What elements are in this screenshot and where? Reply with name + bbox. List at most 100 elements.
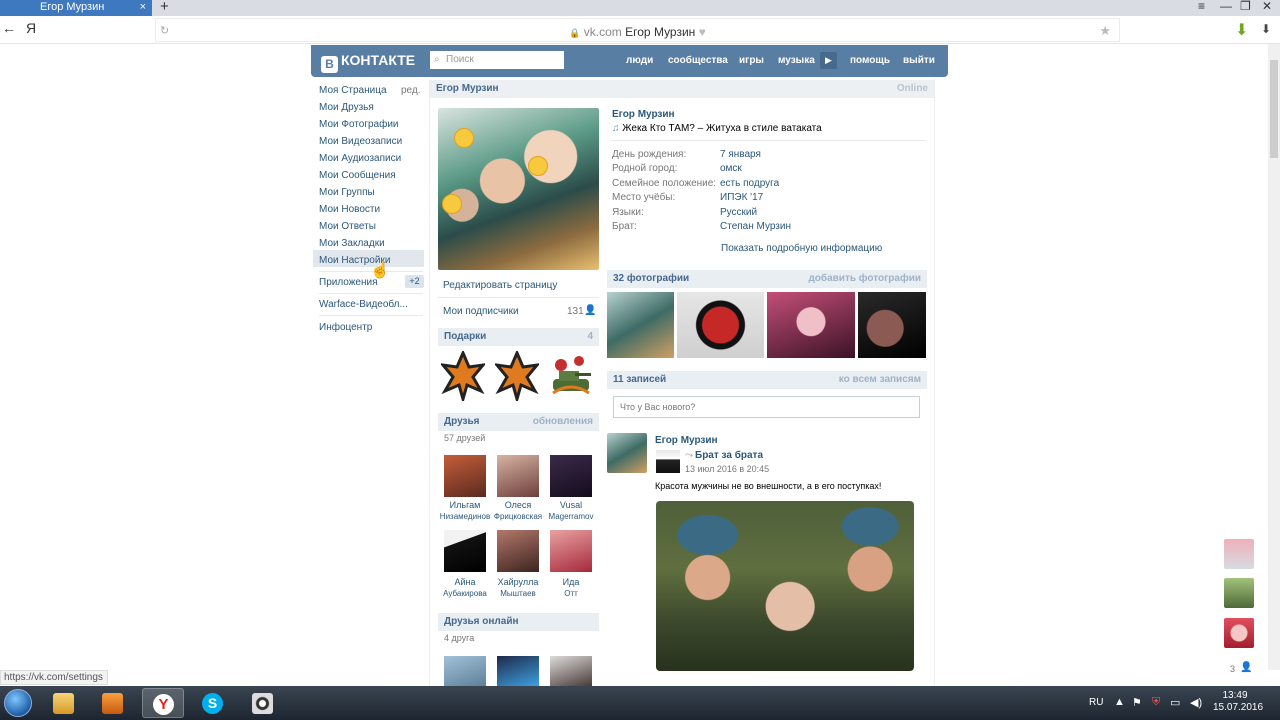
close-window-icon[interactable]: ✕ [1262,0,1272,13]
all-posts-link[interactable]: ко всем записям [839,371,921,389]
menu-audio[interactable]: Мои Аудиозаписи [319,153,401,164]
friend-avatar[interactable] [497,656,539,686]
repost-source[interactable]: Брат за брата [695,450,763,461]
friend-avatar[interactable] [550,656,592,686]
menu-answers[interactable]: Мои Ответы [319,221,376,232]
menu-photos[interactable]: Мои Фотографии [319,119,399,130]
scrollbar-thumb[interactable] [1270,60,1278,158]
gift-ribbon[interactable] [441,351,485,401]
info-value[interactable]: Русский [720,207,757,218]
friend-avatar[interactable] [444,455,486,497]
start-button[interactable] [4,689,32,717]
nav-music[interactable]: музыка [778,55,815,66]
menu-friends[interactable]: Мои Друзья [319,102,374,113]
maximize-icon[interactable]: ❐ [1240,0,1251,13]
new-tab-button[interactable]: + [160,0,169,15]
photo-thumbnail[interactable] [858,292,926,358]
friend-avatar[interactable] [444,530,486,572]
friends-header[interactable]: Друзья обновления [438,413,599,431]
taskbar-yandex[interactable]: Y [142,688,184,718]
side-thumbnail[interactable] [1224,539,1254,569]
gifts-header[interactable]: Подарки 4 [438,328,599,346]
friend-avatar[interactable] [497,455,539,497]
new-post-input[interactable]: Что у Вас нового? [613,396,920,418]
menu-bookmarks[interactable]: Мои Закладки [319,238,385,249]
yandex-logo[interactable]: Я [26,20,36,36]
menu-my-page[interactable]: Моя Страница [319,85,387,96]
nav-communities[interactable]: сообщества [668,55,728,66]
photo-thumbnail[interactable] [767,292,855,358]
tray-expand-icon[interactable]: ▲ [1114,696,1125,708]
repost-avatar[interactable] [656,450,680,473]
gift-tank[interactable] [549,351,593,401]
edit-page-link[interactable]: Редактировать страницу [443,280,557,291]
taskbar-media[interactable] [92,688,134,718]
menu-edit-link[interactable]: ред. [401,85,421,96]
friend-avatar[interactable] [550,530,592,572]
photos-header[interactable]: 32 фотографии добавить фотографии [607,270,927,288]
friend-name[interactable]: Ильгам Низамединов [437,500,493,522]
side-thumbnail[interactable] [1224,618,1254,648]
taskbar-skype[interactable]: S [192,688,234,718]
post-author[interactable]: Егор Мурзин [655,435,718,446]
vk-logo[interactable]: В КОНТАКТЕ [321,52,415,73]
nav-logout[interactable]: выйти [903,55,935,66]
post-author-avatar[interactable] [607,433,647,473]
heart-icon[interactable]: ♥ [699,25,706,39]
friend-avatar[interactable] [550,455,592,497]
friends-online-header[interactable]: Друзья онлайн [438,613,599,631]
language-indicator[interactable]: RU [1089,697,1103,708]
friend-name[interactable]: Олеся Фрицковская [490,500,546,522]
menu-groups[interactable]: Мои Группы [319,187,375,198]
play-icon[interactable]: ▶ [820,52,837,69]
friend-name[interactable]: Хайрулла Мыштаев [490,577,546,599]
profile-avatar[interactable] [438,108,599,270]
menu-infocenter[interactable]: Инфоцентр [319,322,372,333]
back-icon[interactable]: ← [2,20,16,36]
download-icon[interactable]: ⬇ [1261,22,1271,36]
minimize-icon[interactable]: — [1220,0,1232,13]
bookmark-star-icon[interactable]: ★ [1099,23,1111,39]
friend-name[interactable]: Ида Отт [543,577,599,599]
menu-icon[interactable]: ≡ [1198,0,1205,13]
tab-close-icon[interactable]: × [140,0,146,14]
protect-icon[interactable]: ⬇ [1235,20,1248,40]
nav-people[interactable]: люди [626,55,653,66]
taskbar-explorer[interactable] [43,688,85,718]
wall-header[interactable]: 11 записей ко всем записям [607,371,927,389]
friend-avatar[interactable] [497,530,539,572]
post-photo[interactable] [656,501,914,671]
nav-games[interactable]: игры [739,55,764,66]
gift-ribbon[interactable] [495,351,539,401]
info-value[interactable]: Степан Мурзин [720,221,791,232]
menu-videos[interactable]: Мои Видеозаписи [319,136,402,147]
info-value[interactable]: ИПЭК '17 [720,192,763,203]
apps-badge[interactable]: +2 [405,275,424,288]
info-value[interactable]: 7 января [720,149,761,160]
friend-name[interactable]: Айна Аубакирова [437,577,493,599]
menu-apps[interactable]: Приложения [319,277,378,288]
info-value[interactable]: есть подруга [720,178,779,189]
network-icon[interactable]: ▭ [1170,696,1180,709]
security-icon[interactable]: ⛨ [1152,696,1160,709]
side-count[interactable]: 3 [1230,664,1235,674]
system-clock[interactable]: 13:49 15.07.2016 [1213,690,1263,714]
info-value[interactable]: омск [720,163,742,174]
browser-tab[interactable]: Егор Мурзин × [0,0,152,16]
add-photos-link[interactable]: добавить фотографии [808,270,921,288]
volume-icon[interactable]: ◀) [1190,696,1202,709]
friend-name[interactable]: Vusal Magerramov [543,500,599,522]
friend-avatar[interactable] [444,656,486,686]
subscribers-link[interactable]: Мои подписчики [443,306,519,317]
photo-thumbnail[interactable] [677,292,764,358]
menu-news[interactable]: Мои Новости [319,204,380,215]
post-date[interactable]: 13 июл 2016 в 20:45 [685,464,769,474]
menu-warface[interactable]: Warface-Видеобл... [319,299,408,310]
show-more-link[interactable]: Показать подробную информацию [721,243,882,254]
taskbar-recorder[interactable] [242,688,284,718]
side-thumbnail[interactable] [1224,578,1254,608]
menu-messages[interactable]: Мои Сообщения [319,170,396,181]
photo-thumbnail[interactable] [607,292,674,358]
url-field[interactable]: ↻ 🔒 vk.com Егор Мурзин ♥ ★ [155,18,1120,42]
search-input[interactable]: ⌕ Поиск [430,51,564,69]
